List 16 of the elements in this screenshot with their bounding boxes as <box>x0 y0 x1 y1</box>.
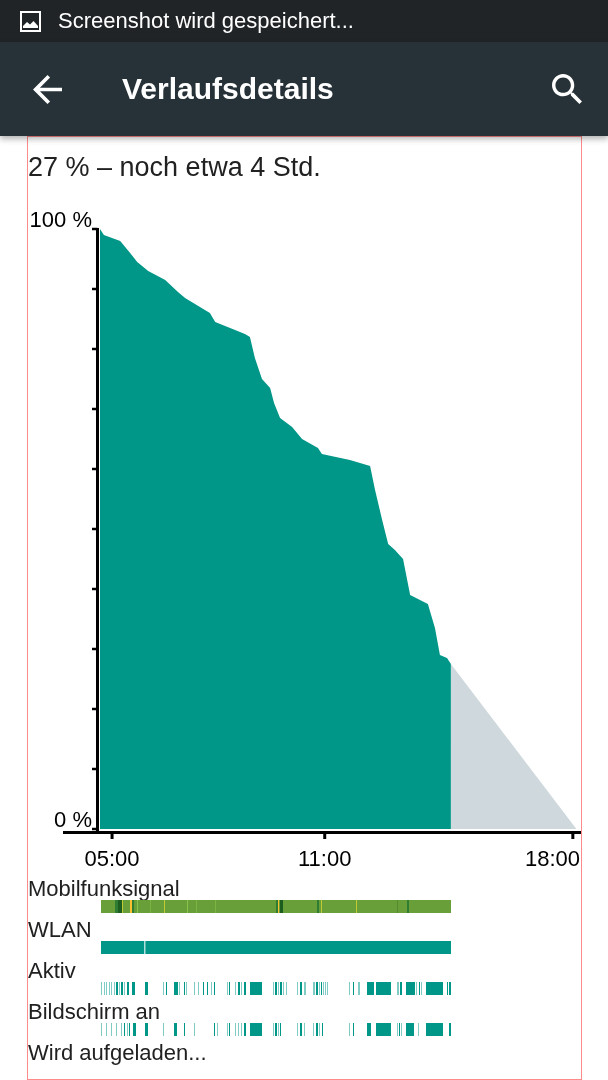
image-icon <box>20 10 41 32</box>
back-arrow-icon <box>32 74 62 104</box>
screen-title: Verlaufsdetails <box>122 71 334 107</box>
track-label: Mobilfunksignal <box>28 878 180 900</box>
track-label: Bildschirm an <box>28 1001 161 1023</box>
x-axis-label: 05:00 <box>84 846 140 871</box>
track-label: WLAN <box>28 919 92 941</box>
search-icon <box>552 74 582 104</box>
x-axis-label: 11:00 <box>298 846 352 871</box>
y-axis-label: 100 % <box>29 207 92 232</box>
notification-text: Screenshot wird gespeichert... <box>58 8 354 34</box>
battery-summary: 27 % – noch etwa 4 Std. <box>28 151 321 183</box>
x-axis-label: 18:00 <box>524 846 580 871</box>
track-label: Aktiv <box>28 960 76 982</box>
track-label: Wird aufgeladen... <box>28 1042 207 1064</box>
y-axis-label: 0 % <box>54 807 92 832</box>
